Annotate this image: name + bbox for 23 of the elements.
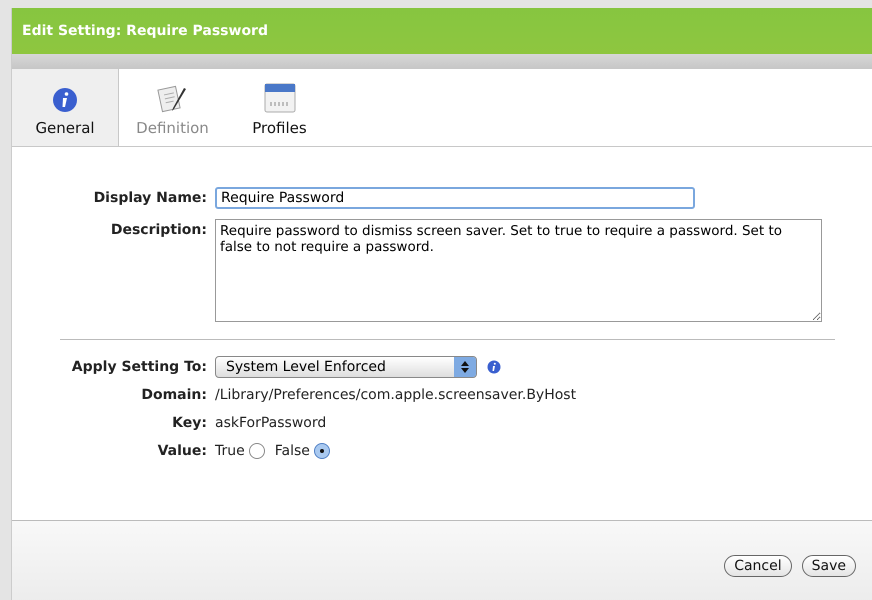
stepper-arrows-icon: [460, 360, 470, 374]
info-icon: [52, 87, 78, 113]
radio-button[interactable]: [314, 443, 330, 459]
description-field[interactable]: Require password to dismiss screen saver. Set to true to require a password. Set to false to not require a password.: [215, 219, 822, 322]
info-icon[interactable]: [487, 360, 501, 374]
field-label: Domain:: [140, 386, 207, 405]
field-label: Display Name:: [92, 189, 207, 208]
window-title: Edit Setting: Require Password: [22, 23, 268, 39]
field-label: Value:: [156, 442, 207, 461]
apply-setting-dropdown[interactable]: System Level Enforced: [215, 356, 477, 378]
radio-button[interactable]: [248, 443, 265, 459]
footer-button[interactable]: Save: [802, 555, 856, 577]
key-value: askForPassword: [215, 414, 328, 433]
tab[interactable]: General: [12, 69, 119, 146]
domain-value: /Library/Preferences/com.apple.screensaver.ByHost: [215, 386, 578, 405]
radio-label: False: [274, 442, 310, 461]
field-label: Key:: [171, 414, 207, 433]
footer-button[interactable]: Cancel: [724, 555, 792, 577]
field-label: Description:: [110, 221, 207, 240]
mcx-file-icon: [264, 83, 296, 113]
radio-label: True: [215, 442, 245, 461]
display-name-field[interactable]: Require Password: [215, 187, 695, 209]
field-label: Apply Setting To:: [70, 358, 207, 377]
